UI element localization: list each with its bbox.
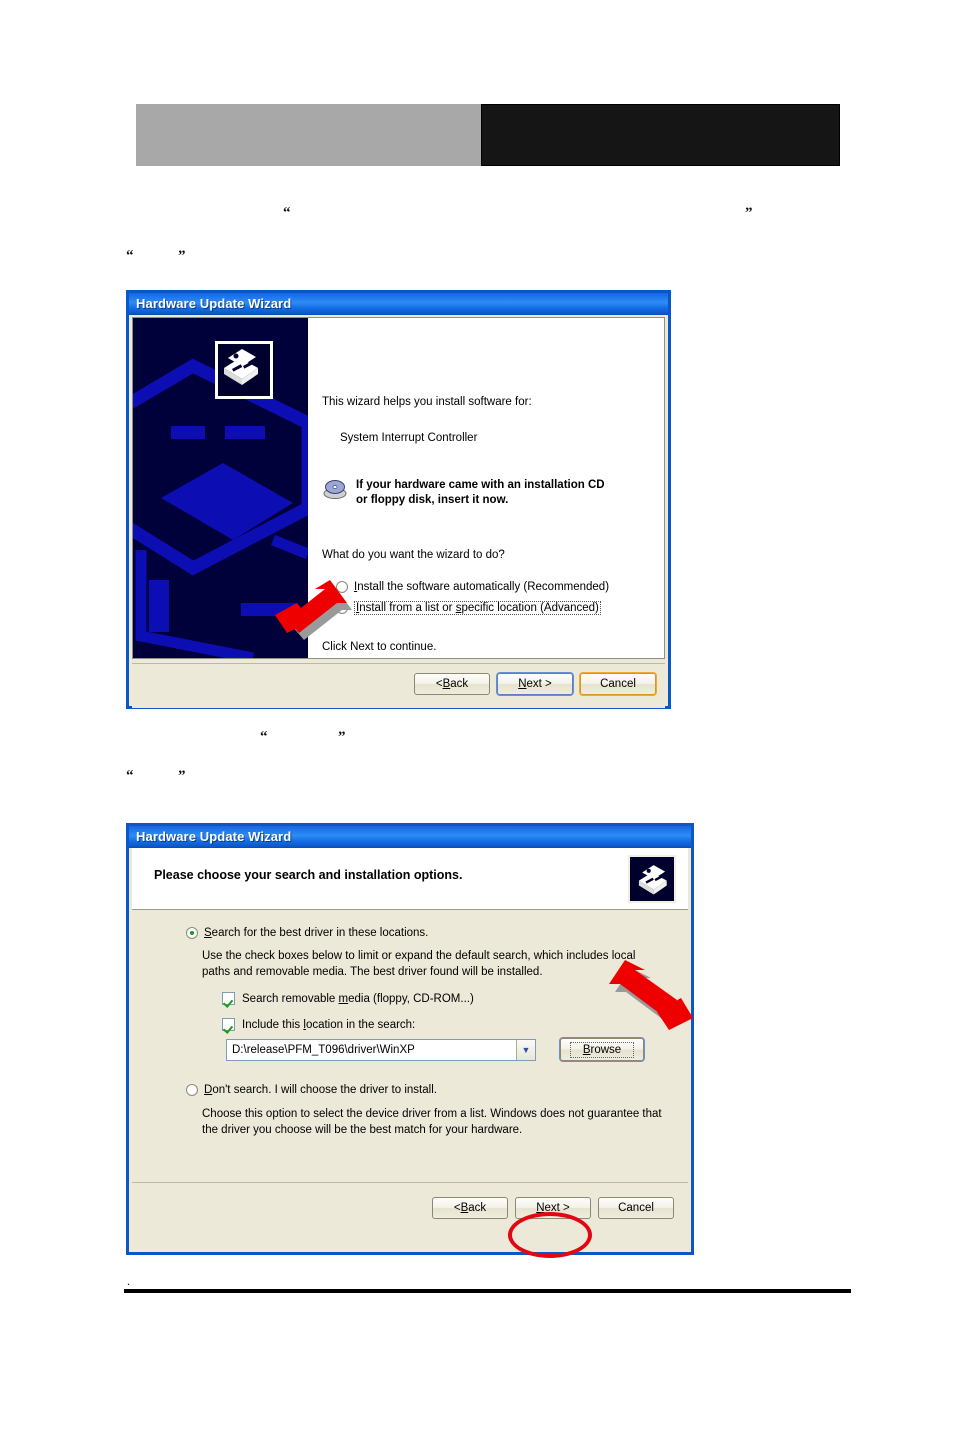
radio-icon-unselected[interactable]: [186, 1084, 198, 1096]
paragraph-3-close-quote: ”: [338, 729, 346, 745]
checkbox-search-removable-media-label: Search removable media (floppy, CD-ROM..…: [242, 992, 474, 1005]
radio-install-automatically-label: IInstall the software automatically (Rec…: [354, 581, 610, 593]
footer-dot: .: [127, 1274, 130, 1288]
dialog2-heading: Please choose your search and installati…: [154, 868, 463, 882]
dialog2-body: SSearch for the best driver in these loc…: [132, 911, 688, 1179]
dialog2-title: Hardware Update Wizard: [136, 829, 292, 844]
dialog1-button-row: < Back< Back Next >Next > Cancel: [414, 673, 656, 695]
checkbox-icon-checked[interactable]: [222, 992, 235, 1005]
cd-notice-line-2: or floppy disk, insert it now.: [356, 494, 509, 506]
next-button[interactable]: Next >Next >: [497, 673, 573, 695]
checkbox-include-location-label: Include this location in the search:Incl…: [242, 1018, 416, 1031]
wizard-intro-text: This wizard helps you install software f…: [322, 396, 532, 408]
radio-icon-unselected[interactable]: [336, 581, 348, 593]
paragraph-2-close-quote: ”: [178, 248, 186, 264]
wizard-hardware-icon-small: [628, 855, 676, 903]
paragraph-2-open-quote: “: [126, 248, 134, 264]
hardware-update-wizard-dialog-options[interactable]: Hardware Update Wizard Please choose you…: [126, 823, 694, 1255]
paragraph-4-open-quote: “: [126, 768, 134, 784]
search-help-line-2: paths and removable media. The best driv…: [202, 965, 543, 978]
dialog1-body: This wizard helps you install software f…: [129, 315, 668, 708]
location-combobox-value[interactable]: D:\release\PFM_T096\driver\WinXP: [227, 1044, 516, 1056]
cd-disk-icon: [323, 480, 347, 499]
radio-dont-search-label: DDon't search. I will choose the driver …: [204, 1084, 437, 1096]
back-button[interactable]: < Back< Back: [432, 1197, 508, 1219]
paragraph-1-open-quote: “: [283, 205, 291, 221]
radio-install-automatically[interactable]: IInstall the software automatically (Rec…: [336, 581, 609, 593]
banner-black-block: [481, 104, 840, 166]
red-ellipse-annotation: [508, 1212, 592, 1258]
dialog1-content-panel: This wizard helps you install software f…: [132, 317, 665, 659]
chevron-down-icon[interactable]: ▼: [516, 1040, 535, 1060]
dialog1-title: Hardware Update Wizard: [136, 296, 292, 311]
checkbox-search-removable-media[interactable]: Search removable media (floppy, CD-ROM..…: [222, 992, 474, 1005]
checkbox-icon-checked[interactable]: [222, 1018, 235, 1031]
dont-search-help-line-1: Choose this option to select the device …: [202, 1108, 662, 1120]
device-name-text: System Interrupt Controller: [340, 432, 478, 444]
radio-install-from-list[interactable]: IInstall from a list or specific locatio…: [336, 601, 601, 615]
paragraph-1-close-quote: ”: [745, 205, 753, 221]
wizard-banner-graphic: [133, 318, 308, 658]
radio-icon-selected[interactable]: [186, 927, 198, 939]
hardware-update-wizard-dialog-welcome[interactable]: Hardware Update Wizard This wizard helps…: [126, 290, 671, 709]
cancel-button[interactable]: Cancel: [580, 673, 656, 695]
checkbox-include-location[interactable]: Include this location in the search:Incl…: [222, 1018, 415, 1031]
paragraph-4-close-quote: ”: [178, 768, 186, 784]
dialog1-right-pane: This wizard helps you install software f…: [308, 318, 664, 658]
cancel-button[interactable]: Cancel: [598, 1197, 674, 1219]
radio-search-best-driver-label: SSearch for the best driver in these loc…: [204, 927, 429, 939]
browse-button-label: BrowseBrowse: [569, 1041, 635, 1058]
wizard-hardware-icon: [215, 341, 273, 399]
cd-notice: If your hardware came with an installati…: [322, 478, 652, 508]
dialog1-footer: < Back< Back Next >Next > Cancel: [132, 663, 665, 708]
dont-search-help-text: Choose this option to select the device …: [202, 1107, 702, 1138]
dialog2-footer: < Back< Back Next >Next > Cancel: [132, 1182, 688, 1233]
banner-gray-block: [136, 104, 481, 166]
search-help-line-1: Use the check boxes below to limit or ex…: [202, 950, 636, 962]
dont-search-help-line-2: the driver you choose will be the best m…: [202, 1123, 523, 1136]
radio-search-best-driver[interactable]: SSearch for the best driver in these loc…: [186, 927, 428, 939]
radio-dont-search[interactable]: DDon't search. I will choose the driver …: [186, 1084, 437, 1096]
back-button[interactable]: < Back< Back: [414, 673, 490, 695]
wizard-question-text: What do you want the wizard to do?: [322, 549, 505, 561]
dialog2-titlebar: Hardware Update Wizard: [129, 826, 691, 848]
dialog1-titlebar: Hardware Update Wizard: [129, 293, 668, 315]
location-combobox[interactable]: D:\release\PFM_T096\driver\WinXP ▼: [226, 1039, 536, 1061]
radio-icon-selected[interactable]: [336, 602, 348, 614]
dialog2-header: Please choose your search and installati…: [132, 848, 688, 910]
footer-rule: [124, 1289, 851, 1293]
paragraph-3-open-quote: “: [260, 729, 268, 745]
click-next-hint: Click Next to continue.: [322, 641, 437, 653]
radio-install-from-list-label: IInstall from a list or specific locatio…: [354, 601, 601, 615]
search-help-text: Use the check boxes below to limit or ex…: [202, 949, 702, 980]
page-banner: [136, 104, 840, 166]
cd-notice-text: If your hardware came with an installati…: [356, 478, 605, 508]
browse-button[interactable]: BrowseBrowse: [560, 1038, 644, 1061]
cd-notice-line-1: If your hardware came with an installati…: [356, 479, 605, 491]
